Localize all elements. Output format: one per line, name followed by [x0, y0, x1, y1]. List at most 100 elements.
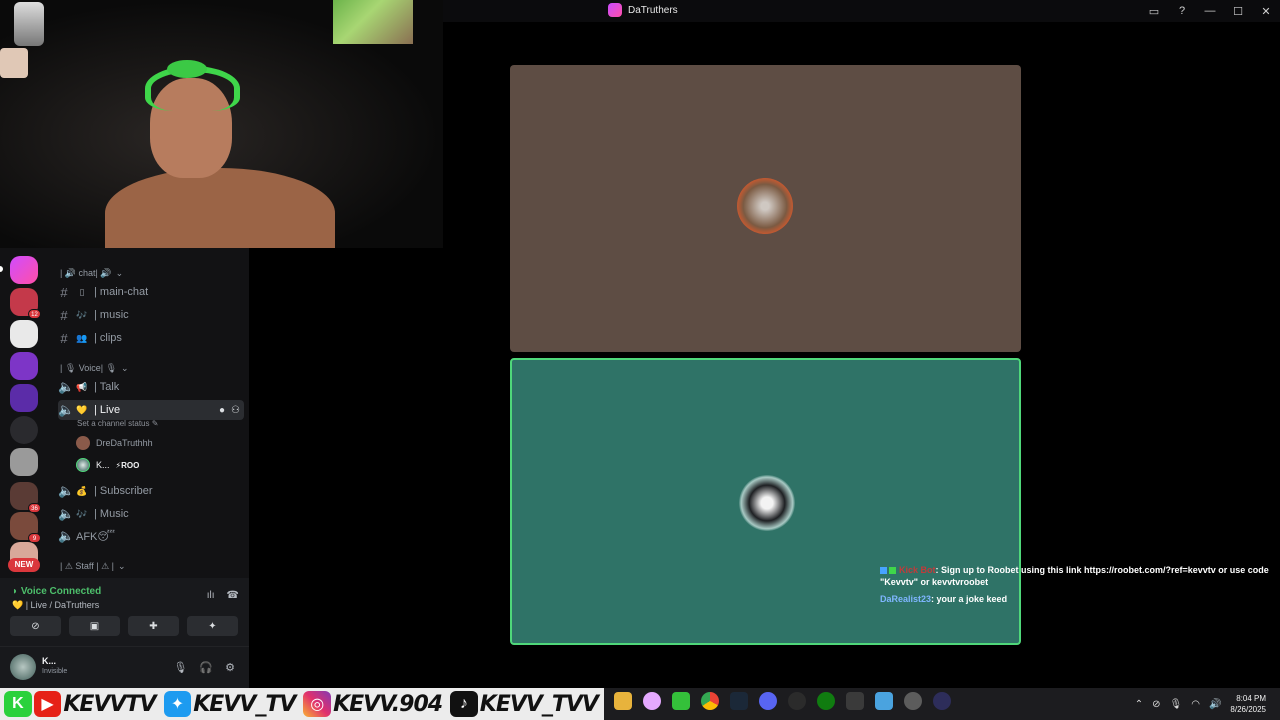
server-icon[interactable]	[10, 352, 38, 380]
screen-share-icon: ▣	[89, 620, 100, 632]
help-icon[interactable]: ?	[1168, 0, 1196, 22]
handle-instagram: KEVV.904	[333, 691, 443, 717]
server-icon[interactable]	[10, 448, 38, 476]
server-icon[interactable]: 36	[10, 482, 41, 513]
g-hub-icon[interactable]	[788, 692, 806, 710]
chevron-down-icon: ⌄	[115, 268, 124, 278]
window-title: DaTruthers	[628, 4, 678, 16]
screen-share-button[interactable]: ▣	[69, 616, 120, 636]
noise-suppression-icon[interactable]: ılı	[207, 590, 215, 601]
voice-channel-music[interactable]: 🔈 🎶 | Music	[58, 504, 244, 524]
tiktok-icon: ♪	[450, 691, 478, 717]
headphones-icon[interactable]: 🎧	[199, 661, 213, 674]
soundboard-icon: ✦	[208, 620, 217, 632]
kick-icon: K	[4, 691, 32, 717]
voice-channel-talk[interactable]: 🔈 📢 | Talk	[58, 377, 244, 397]
microphone-icon[interactable]: 🎙	[173, 661, 187, 674]
server-icon[interactable]: 12	[10, 288, 41, 319]
participant-avatar	[739, 475, 795, 531]
soundboard-button[interactable]: ✦	[187, 616, 238, 636]
thumbnail-image	[333, 0, 413, 44]
activities-icon: ✚	[149, 620, 158, 632]
social-handles-banner: K ▶ KEVVTV ✦ KEVV_TV ◎ KEVV.904 ♪ KEVV_T…	[0, 688, 604, 720]
server-icon[interactable]	[10, 320, 38, 348]
screen: DaTruthers ▭ ? — ☐ ✕ 12 36 9 NEW | 🔊 cha…	[0, 0, 1280, 720]
disconnect-icon[interactable]: ☎	[227, 590, 239, 601]
settings-app-icon[interactable]	[846, 692, 864, 710]
server-icon[interactable]	[10, 416, 38, 444]
category-staff[interactable]: | ⚠ Staff | ⚠ | ⌄	[60, 561, 126, 572]
user-panel: K... Invisible 🎙 🎧 ⚙	[0, 646, 249, 688]
minimize-icon[interactable]: —	[1196, 0, 1224, 22]
voice-user[interactable]: DreDaTruthhh	[76, 434, 153, 452]
camera-off-button[interactable]: ⊘	[10, 616, 61, 636]
inbox-icon[interactable]: ▭	[1140, 0, 1168, 22]
server-logo-icon	[608, 3, 622, 17]
hash-icon: #	[60, 307, 68, 323]
music-app-icon[interactable]	[643, 692, 661, 710]
category-voice[interactable]: | 🎙 Voice| 🎙 ⌄	[60, 363, 129, 374]
chat-message: Kick Bot: Sign up to Roobet using this l…	[880, 565, 1269, 587]
voice-channel-live[interactable]: 🔈 💛 | Live ● ⚇	[58, 400, 244, 420]
invite-user-icon[interactable]: ⚇	[231, 405, 240, 416]
channel-clips[interactable]: # 👥 | clips	[58, 328, 244, 348]
steam-icon[interactable]	[730, 692, 748, 710]
activities-button[interactable]: ✚	[128, 616, 179, 636]
photos-icon[interactable]	[875, 692, 893, 710]
server-icon[interactable]: 9	[10, 512, 41, 543]
speaker-icon: 🔈	[58, 528, 75, 543]
maximize-icon[interactable]: ☐	[1224, 0, 1252, 22]
media-player-icon[interactable]	[933, 692, 951, 710]
obs-icon[interactable]	[904, 692, 922, 710]
chat-bubble-icon[interactable]: ●	[219, 405, 225, 416]
video-tile-participant[interactable]	[510, 65, 1021, 352]
voice-user[interactable]: K... ⚡ROO	[76, 456, 139, 474]
signal-icon: ◗	[12, 586, 19, 597]
badge-icon	[880, 567, 887, 575]
channel-main-chat[interactable]: # ▯ | main-chat	[58, 282, 244, 302]
voice-channel-subscriber[interactable]: 🔈 💰 | Subscriber	[58, 481, 244, 501]
volume-icon[interactable]: 🔊	[1209, 699, 1221, 710]
user-avatar[interactable]	[10, 654, 36, 680]
xbox-icon[interactable]	[817, 692, 835, 710]
clock-time: 8:04 PM	[1236, 694, 1266, 703]
chevron-up-icon[interactable]: ⌃	[1135, 699, 1143, 710]
chat-message: DaRealist23: your a joke keed	[880, 594, 1008, 604]
chevron-down-icon: ⌄	[118, 561, 126, 571]
server-icon-datruthers[interactable]	[10, 256, 38, 284]
clock[interactable]: 8:04 PM 8/26/2025	[1230, 693, 1266, 715]
channel-list: | 🔊 chat| 🔊 ⌄ # ▯ | main-chat # 🎶 | music # 👥 |…	[52, 248, 249, 578]
pencil-icon: ✎	[151, 419, 159, 428]
youtube-icon: ▶	[33, 691, 62, 717]
chrome-icon[interactable]	[701, 692, 719, 710]
instagram-icon: ◎	[303, 691, 332, 717]
channel-music[interactable]: # 🎶 | music	[58, 305, 244, 325]
gear-icon[interactable]: ⚙	[225, 661, 235, 674]
clock-date: 8/26/2025	[1230, 705, 1266, 714]
voice-channel-afk[interactable]: 🔈 AFK😴	[58, 526, 244, 546]
participant-avatar	[737, 178, 793, 234]
voice-connected-label[interactable]: ◗ Voice Connected	[12, 586, 101, 597]
file-explorer-icon[interactable]	[614, 692, 632, 710]
spreadsheet-icon[interactable]	[672, 692, 690, 710]
channel-status[interactable]: Set a channel status ✎	[77, 419, 158, 428]
category-chat[interactable]: | 🔊 chat| 🔊 ⌄	[60, 268, 123, 279]
discord-icon[interactable]	[759, 692, 777, 710]
voice-connection-panel: ◗ Voice Connected 💛 | Live / DaTruthers …	[0, 578, 249, 646]
chevron-down-icon: ⌄	[121, 363, 129, 373]
taskbar-apps	[614, 692, 951, 710]
handle-tiktok: KEVV_TVV	[479, 691, 599, 717]
badge-icon	[889, 567, 896, 575]
sticker-face	[0, 48, 28, 78]
close-icon[interactable]: ✕	[1252, 0, 1280, 22]
voice-channel-link[interactable]: 💛 | Live / DaTruthers	[12, 600, 99, 611]
user-name: K...	[42, 656, 57, 666]
server-icon[interactable]	[10, 384, 38, 412]
microphone-icon[interactable]: 🎙	[1170, 699, 1183, 710]
wifi-icon[interactable]: ◠	[1191, 699, 1200, 710]
twitter-icon: ✦	[163, 691, 192, 717]
speaker-icon: 🔈	[58, 402, 75, 417]
handle-twitter: KEVV_TV	[193, 691, 296, 717]
new-unreads-pill[interactable]: NEW	[8, 558, 40, 572]
network-off-icon[interactable]: ⊘	[1152, 699, 1160, 710]
